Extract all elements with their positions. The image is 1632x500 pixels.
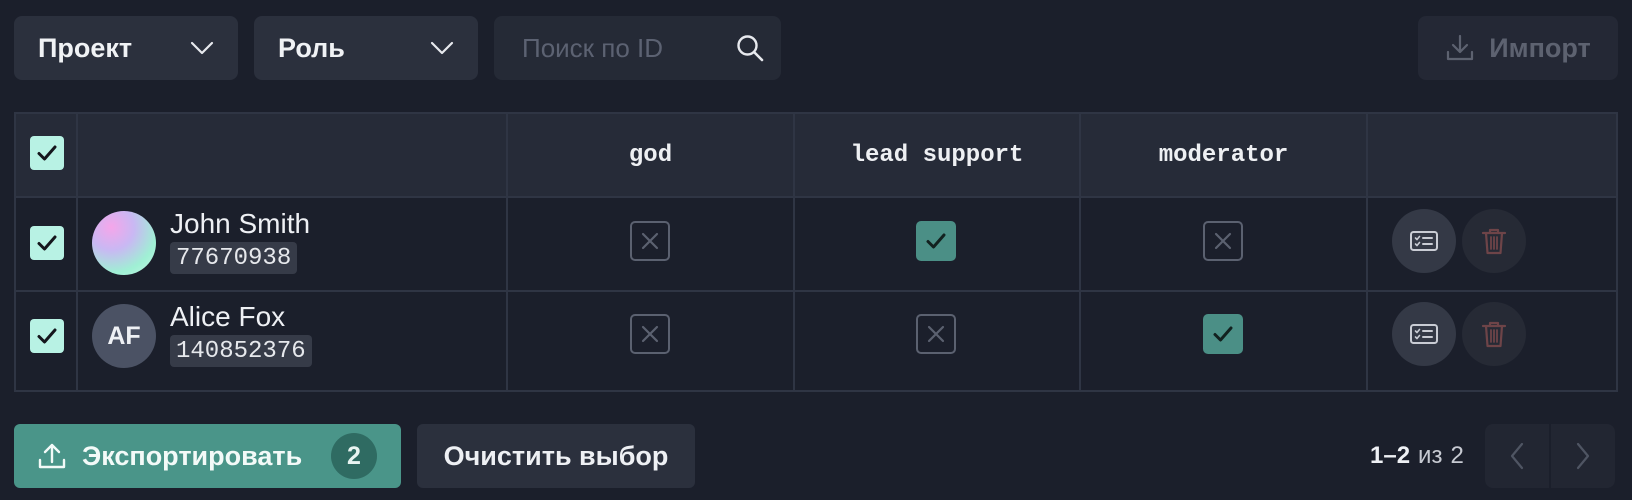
chevron-down-icon bbox=[430, 41, 454, 55]
search-box bbox=[494, 16, 781, 80]
page-total: 2 bbox=[1450, 442, 1464, 469]
permissions-table: god lead support moderator John Smith 77… bbox=[14, 112, 1618, 392]
column-header-god: god bbox=[628, 141, 673, 169]
row-divider bbox=[16, 196, 1616, 198]
chevron-down-icon bbox=[190, 41, 214, 55]
avatar: AF bbox=[92, 304, 156, 368]
cross-icon bbox=[927, 325, 945, 343]
row-checkbox[interactable] bbox=[30, 226, 64, 260]
permission-toggle-lead-support[interactable] bbox=[916, 314, 956, 354]
edit-button[interactable] bbox=[1392, 302, 1456, 366]
project-select[interactable]: Проект bbox=[14, 16, 238, 80]
clear-selection-button[interactable]: Очистить выбор bbox=[417, 424, 695, 488]
permission-toggle-lead-support[interactable] bbox=[916, 221, 956, 261]
import-button[interactable]: Импорт bbox=[1418, 16, 1618, 80]
project-select-label: Проект bbox=[38, 32, 133, 63]
list-card-icon bbox=[1410, 324, 1438, 344]
role-select-label: Роль bbox=[278, 32, 345, 63]
chevron-left-icon bbox=[1510, 442, 1524, 470]
checkmark-icon bbox=[1213, 326, 1233, 342]
upload-icon bbox=[38, 443, 66, 469]
pagination-info: 1–2 из 2 bbox=[1370, 424, 1464, 488]
cross-icon bbox=[641, 325, 659, 343]
selected-count-badge: 2 bbox=[331, 433, 377, 479]
select-all-checkbox[interactable] bbox=[30, 136, 64, 170]
list-card-icon bbox=[1410, 231, 1438, 251]
page-range: 1–2 bbox=[1370, 442, 1411, 469]
column-divider bbox=[76, 114, 78, 390]
row-checkbox[interactable] bbox=[30, 319, 64, 353]
permission-toggle-god[interactable] bbox=[630, 314, 670, 354]
checkmark-icon bbox=[37, 145, 57, 161]
user-name: John Smith bbox=[170, 208, 311, 239]
avatar bbox=[92, 211, 156, 275]
permission-toggle-moderator[interactable] bbox=[1203, 314, 1243, 354]
cross-icon bbox=[641, 232, 659, 250]
row-divider bbox=[16, 290, 1616, 292]
trash-icon bbox=[1481, 228, 1507, 255]
edit-button[interactable] bbox=[1392, 209, 1456, 273]
trash-icon bbox=[1481, 321, 1507, 348]
download-icon bbox=[1447, 34, 1474, 61]
permission-toggle-god[interactable] bbox=[630, 221, 670, 261]
checkmark-icon bbox=[37, 328, 57, 344]
column-divider bbox=[1366, 114, 1368, 390]
next-page-button[interactable] bbox=[1551, 424, 1615, 488]
toolbar: Проект Роль Импорт bbox=[14, 16, 1618, 80]
checkmark-icon bbox=[37, 235, 57, 251]
previous-page-button[interactable] bbox=[1485, 424, 1549, 488]
user-id: 140852376 bbox=[170, 335, 312, 367]
export-label: Экспортировать bbox=[82, 440, 303, 471]
role-select[interactable]: Роль bbox=[254, 16, 478, 80]
column-header-moderator: moderator bbox=[1158, 141, 1289, 169]
checkmark-icon bbox=[926, 233, 946, 249]
export-button[interactable]: Экспортировать 2 bbox=[14, 424, 401, 488]
user-id: 77670938 bbox=[170, 242, 298, 274]
user-name: Alice Fox bbox=[170, 301, 286, 332]
search-input[interactable] bbox=[494, 16, 724, 80]
search-icon[interactable] bbox=[735, 33, 765, 63]
chevron-right-icon bbox=[1576, 442, 1590, 470]
import-label: Импорт bbox=[1489, 32, 1591, 63]
permission-toggle-moderator[interactable] bbox=[1203, 221, 1243, 261]
column-header-lead-support: lead support bbox=[850, 141, 1024, 169]
delete-button[interactable] bbox=[1462, 209, 1526, 273]
delete-button[interactable] bbox=[1462, 302, 1526, 366]
page-of-label: из bbox=[1418, 442, 1443, 469]
cross-icon bbox=[1214, 232, 1232, 250]
